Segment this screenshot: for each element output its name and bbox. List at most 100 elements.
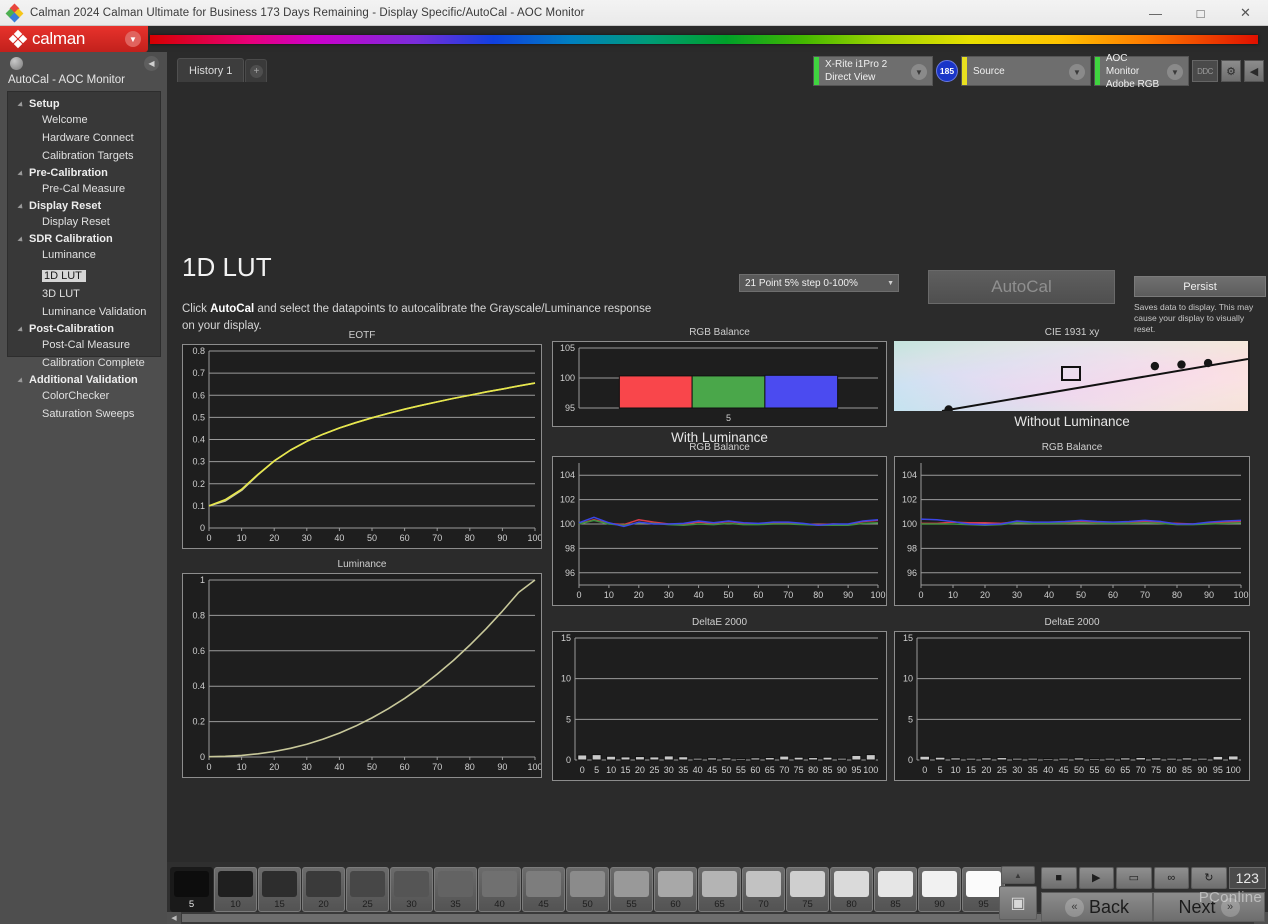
patch-90[interactable]: 90 bbox=[918, 867, 961, 912]
patch-55[interactable]: 55 bbox=[610, 867, 653, 912]
gear-icon[interactable]: ⚙ bbox=[1221, 60, 1241, 82]
patch-40[interactable]: 40 bbox=[478, 867, 521, 912]
sidebar-group-post-calibration[interactable]: Post-Calibration bbox=[8, 321, 160, 336]
chevron-down-icon[interactable]: ▼ bbox=[125, 31, 141, 47]
patch-80[interactable]: 80 bbox=[830, 867, 873, 912]
sidebar-item-saturation-sweeps[interactable]: Saturation Sweeps bbox=[8, 407, 160, 422]
patch-swatch bbox=[878, 871, 913, 897]
svg-text:50: 50 bbox=[1076, 590, 1086, 600]
chart-rgb-balance-without-luminance: RGB Balance 9698100102104010203040506070… bbox=[894, 442, 1250, 606]
sidebar-collapse-icon[interactable]: ◀ bbox=[144, 56, 159, 71]
svg-text:5: 5 bbox=[594, 765, 599, 775]
patch-swatch bbox=[218, 871, 253, 897]
plot-area[interactable]: 96981001021040102030405060708090100 bbox=[552, 456, 887, 606]
sidebar-item-luminance[interactable]: Luminance bbox=[8, 248, 160, 263]
sidebar-item-pre-cal-measure[interactable]: Pre-Cal Measure bbox=[8, 182, 160, 197]
svg-text:35: 35 bbox=[678, 765, 688, 775]
chart-luminance: Luminance 00.20.40.60.810102030405060708… bbox=[182, 559, 542, 778]
ddc-button[interactable]: DDC bbox=[1192, 60, 1218, 82]
autocal-button[interactable]: AutoCal bbox=[928, 270, 1115, 304]
patch-85[interactable]: 85 bbox=[874, 867, 917, 912]
back-button[interactable]: « Back bbox=[1041, 892, 1153, 922]
tab-history-1[interactable]: History 1 bbox=[177, 58, 244, 82]
meter-selector[interactable]: X-Rite i1Pro 2 Direct View ▼ bbox=[813, 56, 933, 86]
patch-65[interactable]: 65 bbox=[698, 867, 741, 912]
calman-logo[interactable]: calman ▼ bbox=[0, 26, 148, 52]
display-colorspace: Adobe RGB bbox=[1106, 78, 1162, 91]
sidebar-item-luminance-validation[interactable]: Luminance Validation bbox=[8, 305, 160, 320]
svg-text:96: 96 bbox=[565, 568, 575, 578]
maximize-button[interactable]: □ bbox=[1178, 0, 1223, 26]
meter-name: X-Rite i1Pro 2 bbox=[825, 58, 887, 71]
sidebar-item-3d-lut[interactable]: 3D LUT bbox=[8, 287, 160, 302]
patch-15[interactable]: 15 bbox=[258, 867, 301, 912]
sidebar-item-welcome[interactable]: Welcome bbox=[8, 113, 160, 128]
patch-25[interactable]: 25 bbox=[346, 867, 389, 912]
sidebar-group-additional-validation[interactable]: Additional Validation bbox=[8, 372, 160, 387]
plot-area[interactable]: 96981001021040102030405060708090100 bbox=[894, 456, 1250, 606]
patch-35[interactable]: 35 bbox=[434, 867, 477, 912]
source-selector[interactable]: Source ▼ bbox=[961, 56, 1091, 86]
svg-text:0: 0 bbox=[206, 533, 211, 543]
patch-swatch bbox=[526, 871, 561, 897]
svg-text:98: 98 bbox=[565, 543, 575, 553]
patch-75[interactable]: 75 bbox=[786, 867, 829, 912]
svg-text:0.6: 0.6 bbox=[192, 390, 205, 400]
sidebar-group-sdr-calibration[interactable]: SDR Calibration bbox=[8, 231, 160, 246]
next-button[interactable]: Next » bbox=[1153, 892, 1265, 922]
patch-30[interactable]: 30 bbox=[390, 867, 433, 912]
stop-button[interactable]: ■ bbox=[1041, 867, 1077, 889]
sidebar-item-calibration-targets[interactable]: Calibration Targets bbox=[8, 149, 160, 164]
svg-text:45: 45 bbox=[707, 765, 717, 775]
chevron-down-icon[interactable]: ▼ bbox=[1167, 64, 1183, 80]
svg-text:65: 65 bbox=[1120, 765, 1130, 775]
patch-20[interactable]: 20 bbox=[302, 867, 345, 912]
plot-area[interactable]: 00.20.40.60.810102030405060708090100 bbox=[182, 573, 542, 778]
sidebar-item-display-reset[interactable]: Display Reset bbox=[8, 215, 160, 230]
patch-70[interactable]: 70 bbox=[742, 867, 785, 912]
plot-area[interactable]: 00.10.20.30.40.50.60.70.8010203040506070… bbox=[182, 344, 542, 549]
window-title: Calman 2024 Calman Ultimate for Business… bbox=[30, 7, 585, 19]
point-count-select[interactable]: 21 Point 5% step 0-100% ▼ bbox=[739, 274, 899, 292]
sidebar-group-display-reset[interactable]: Display Reset bbox=[8, 198, 160, 213]
panel-collapse-icon[interactable]: ◀ bbox=[1244, 60, 1264, 82]
plot-area[interactable] bbox=[894, 341, 1250, 411]
plot-area[interactable]: 0510150510152025303540455055606570758085… bbox=[552, 631, 887, 781]
plot-area[interactable]: 951001055 bbox=[552, 341, 887, 427]
plot-area[interactable]: 0510150510152025303540455055606570758085… bbox=[894, 631, 1250, 781]
patch-5[interactable]: 5 bbox=[170, 867, 213, 912]
display-selector[interactable]: AOC Monitor Adobe RGB ▼ bbox=[1094, 56, 1189, 86]
chevron-down-icon[interactable]: ▼ bbox=[911, 64, 927, 80]
refresh-button[interactable]: ↻ bbox=[1191, 867, 1227, 889]
sidebar-item-hardware-connect[interactable]: Hardware Connect bbox=[8, 131, 160, 146]
play-button[interactable]: ▶ bbox=[1079, 867, 1115, 889]
scroll-left-icon[interactable]: ◀ bbox=[167, 912, 181, 924]
sidebar-item-calibration-complete[interactable]: Calibration Complete bbox=[8, 356, 160, 371]
svg-text:85: 85 bbox=[822, 765, 832, 775]
patch-10[interactable]: 10 bbox=[214, 867, 257, 912]
desc-autocal: AutoCal bbox=[210, 303, 254, 315]
chevron-down-icon[interactable]: ▼ bbox=[1069, 64, 1085, 80]
add-tab-button[interactable]: + bbox=[245, 59, 267, 82]
sidebar-item-1d-lut[interactable]: 1D LUT bbox=[42, 270, 86, 282]
window-titlebar: Calman 2024 Calman Ultimate for Business… bbox=[0, 0, 1268, 26]
measure-button[interactable]: ▭ bbox=[1116, 867, 1152, 889]
svg-text:90: 90 bbox=[1197, 765, 1207, 775]
persist-button[interactable]: Persist bbox=[1134, 276, 1266, 297]
sidebar-group-pre-calibration[interactable]: Pre-Calibration bbox=[8, 165, 160, 180]
patch-50[interactable]: 50 bbox=[566, 867, 609, 912]
sidebar-item-post-cal-measure[interactable]: Post-Cal Measure bbox=[8, 338, 160, 353]
minimize-button[interactable]: — bbox=[1133, 0, 1178, 26]
expand-up-button[interactable]: ▲ bbox=[1001, 866, 1035, 884]
svg-text:0.8: 0.8 bbox=[192, 610, 205, 620]
svg-text:0.8: 0.8 bbox=[192, 346, 205, 356]
sidebar-group-setup[interactable]: Setup bbox=[8, 96, 160, 111]
close-button[interactable]: ✕ bbox=[1223, 0, 1268, 26]
svg-text:90: 90 bbox=[1204, 590, 1214, 600]
chart-eotf: EOTF 00.10.20.30.40.50.60.70.80102030405… bbox=[182, 330, 542, 549]
sidebar-item-colorchecker[interactable]: ColorChecker bbox=[8, 389, 160, 404]
target-patch-button[interactable]: ▣ bbox=[999, 886, 1037, 920]
patch-60[interactable]: 60 bbox=[654, 867, 697, 912]
patch-45[interactable]: 45 bbox=[522, 867, 565, 912]
continuous-button[interactable]: ∞ bbox=[1154, 867, 1190, 889]
